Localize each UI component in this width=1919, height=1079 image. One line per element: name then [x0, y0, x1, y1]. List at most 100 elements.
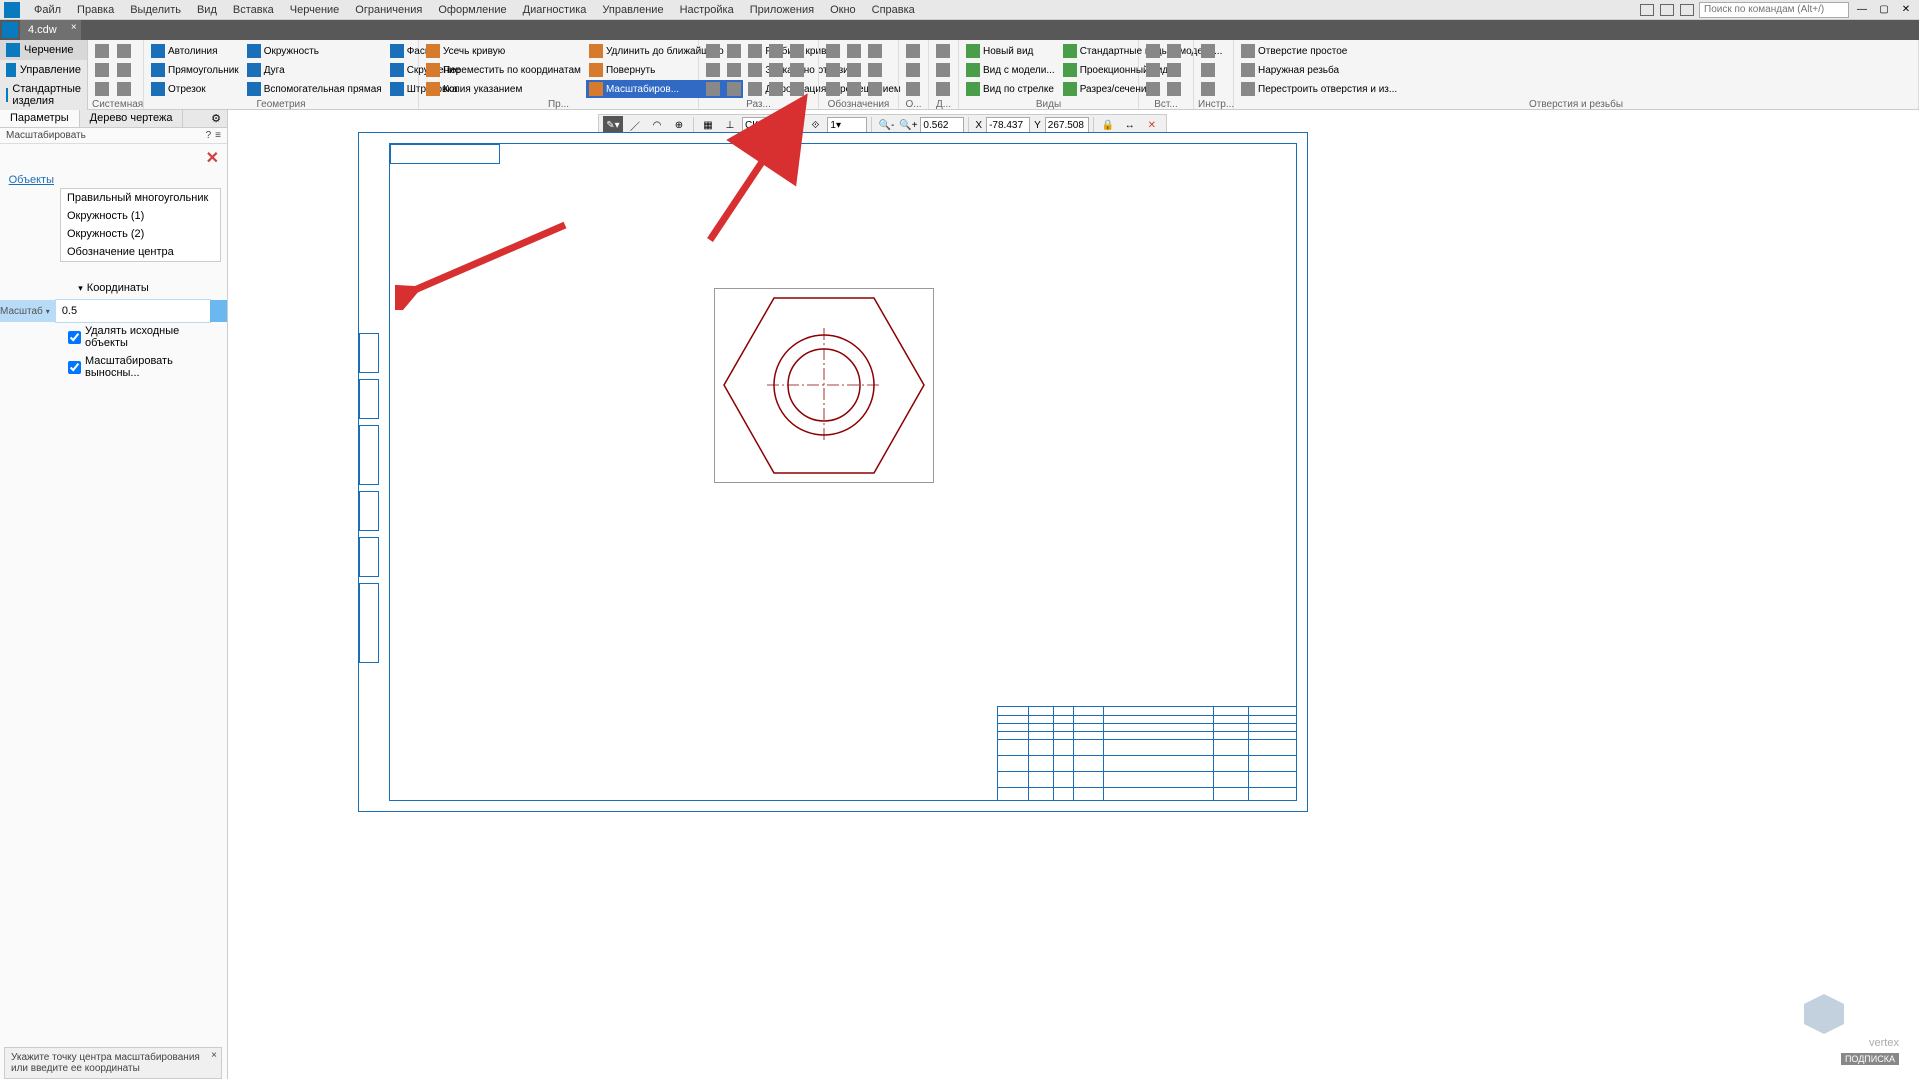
status-hint-close-icon[interactable]: ×	[211, 1050, 217, 1061]
dim-btn8[interactable]	[745, 61, 765, 79]
dim-btn7[interactable]	[724, 61, 744, 79]
arc-button[interactable]: Дуга	[244, 61, 385, 79]
objects-link[interactable]: Объекты	[0, 172, 60, 188]
dim-btn2[interactable]	[724, 42, 744, 60]
dim-btn1[interactable]	[703, 42, 723, 60]
minimize-button[interactable]: —	[1853, 3, 1871, 17]
annot-btn6[interactable]	[865, 61, 885, 79]
coords-section-header[interactable]: ▾ Координаты	[0, 276, 227, 300]
diag-btn3[interactable]	[933, 80, 953, 98]
annot-btn3[interactable]	[865, 42, 885, 60]
file-tab[interactable]: 4.cdw ×	[20, 20, 81, 40]
close-window-button[interactable]: ✕	[1897, 3, 1915, 17]
menu-apps[interactable]: Приложения	[742, 2, 822, 18]
trim-button[interactable]: Усечь кривую	[423, 42, 584, 60]
menu-settings[interactable]: Настройка	[672, 2, 742, 18]
constr-btn1[interactable]	[903, 42, 923, 60]
autoline-button[interactable]: Автолиния	[148, 42, 242, 60]
menu-manage[interactable]: Управление	[594, 2, 671, 18]
rect-button[interactable]: Прямоугольник	[148, 61, 242, 79]
help-icon[interactable]: ?	[206, 130, 212, 141]
undo-button[interactable]	[114, 61, 134, 79]
list-item[interactable]: Окружность (2)	[61, 225, 220, 243]
save-doc-button[interactable]	[92, 80, 112, 98]
annot-btn1[interactable]	[823, 42, 843, 60]
list-item[interactable]: Правильный многоугольник	[61, 189, 220, 207]
hole-ext-button[interactable]: Наружная резьба	[1238, 61, 1400, 79]
tool-btn3[interactable]	[1198, 80, 1218, 98]
cs-dropdown[interactable]: СК 0 ▾	[742, 117, 774, 133]
dim-btn12[interactable]	[724, 80, 744, 98]
menu-window[interactable]: Окно	[822, 2, 864, 18]
dim-btn6[interactable]	[703, 61, 723, 79]
annot-btn7[interactable]	[823, 80, 843, 98]
menu-view[interactable]: Вид	[189, 2, 225, 18]
x-input[interactable]	[986, 117, 1030, 133]
layout-icon-2[interactable]	[1660, 4, 1674, 16]
scale-input[interactable]	[56, 300, 210, 322]
tool-btn1[interactable]	[1198, 42, 1218, 60]
hole-rebuild-button[interactable]: Перестроить отверстия и из...	[1238, 80, 1400, 98]
circle-button[interactable]: Окружность	[244, 42, 385, 60]
ins-btn1[interactable]	[1143, 42, 1163, 60]
dim-btn3[interactable]	[745, 42, 765, 60]
arrowview-button[interactable]: Вид по стрелке	[963, 80, 1058, 98]
viewscale-dropdown[interactable]: 1 ▾	[827, 117, 867, 133]
modelview-button[interactable]: Вид с модели...	[963, 61, 1058, 79]
scale-field-label[interactable]: Масштаб▾	[0, 300, 56, 322]
scale-extensions-checkbox[interactable]	[68, 361, 81, 374]
redo-button[interactable]	[114, 80, 134, 98]
panel-settings-icon[interactable]: ⚙	[205, 110, 227, 127]
menu-constraints[interactable]: Ограничения	[347, 2, 430, 18]
cancel-operation-icon[interactable]: ✕	[206, 148, 219, 168]
mode-standard[interactable]: Стандартные изделия	[0, 80, 87, 110]
canvas-area[interactable]: ✎▾ ／ ◠ ⊕ ▦ ⊥ СК 0 ▾ ▣ ⟐ 1 ▾ 🔍- 🔍+ X Y 🔒 …	[228, 110, 1919, 1079]
dim-btn13[interactable]	[745, 80, 765, 98]
menu-format[interactable]: Оформление	[430, 2, 514, 18]
y-input[interactable]	[1045, 117, 1089, 133]
menu-diag[interactable]: Диагностика	[515, 2, 595, 18]
annot-btn4[interactable]	[823, 61, 843, 79]
menu-file[interactable]: Файл	[26, 2, 69, 18]
dim-btn9[interactable]	[766, 61, 786, 79]
mode-drawing[interactable]: Черчение	[0, 40, 87, 60]
dim-btn5[interactable]	[787, 42, 807, 60]
layout-icon-3[interactable]	[1680, 4, 1694, 16]
new-doc-button[interactable]	[92, 42, 112, 60]
dim-btn14[interactable]	[766, 80, 786, 98]
ins-btn6[interactable]	[1164, 80, 1184, 98]
copy-button[interactable]: Копия указанием	[423, 80, 584, 98]
dim-btn10[interactable]	[787, 61, 807, 79]
print-button[interactable]	[114, 42, 134, 60]
annot-btn8[interactable]	[844, 80, 864, 98]
layout-icon-1[interactable]	[1640, 4, 1654, 16]
command-search-input[interactable]	[1699, 2, 1849, 18]
ins-btn3[interactable]	[1143, 61, 1163, 79]
tab-tree[interactable]: Дерево чертежа	[80, 110, 184, 127]
menu-drawing[interactable]: Черчение	[282, 2, 348, 18]
list-icon[interactable]: ≡	[215, 130, 221, 141]
constr-btn2[interactable]	[903, 61, 923, 79]
diag-btn1[interactable]	[933, 42, 953, 60]
open-doc-button[interactable]	[92, 61, 112, 79]
menu-help[interactable]: Справка	[864, 2, 923, 18]
hole-simple-button[interactable]: Отверстие простое	[1238, 42, 1400, 60]
list-item[interactable]: Окружность (1)	[61, 207, 220, 225]
menu-insert[interactable]: Вставка	[225, 2, 282, 18]
move-button[interactable]: Переместить по координатам	[423, 61, 584, 79]
constr-btn3[interactable]	[903, 80, 923, 98]
ins-btn5[interactable]	[1143, 80, 1163, 98]
annot-btn5[interactable]	[844, 61, 864, 79]
ins-btn4[interactable]	[1164, 61, 1184, 79]
auxline-button[interactable]: Вспомогательная прямая	[244, 80, 385, 98]
tool-btn2[interactable]	[1198, 61, 1218, 79]
menu-edit[interactable]: Правка	[69, 2, 122, 18]
file-tab-close-icon[interactable]: ×	[71, 22, 77, 33]
dim-btn11[interactable]	[703, 80, 723, 98]
dim-btn4[interactable]	[766, 42, 786, 60]
annot-btn9[interactable]	[865, 80, 885, 98]
diag-btn2[interactable]	[933, 61, 953, 79]
list-item[interactable]: Обозначение центра	[61, 243, 220, 261]
zoom-input[interactable]	[920, 117, 964, 133]
mode-manage[interactable]: Управление	[0, 60, 87, 80]
